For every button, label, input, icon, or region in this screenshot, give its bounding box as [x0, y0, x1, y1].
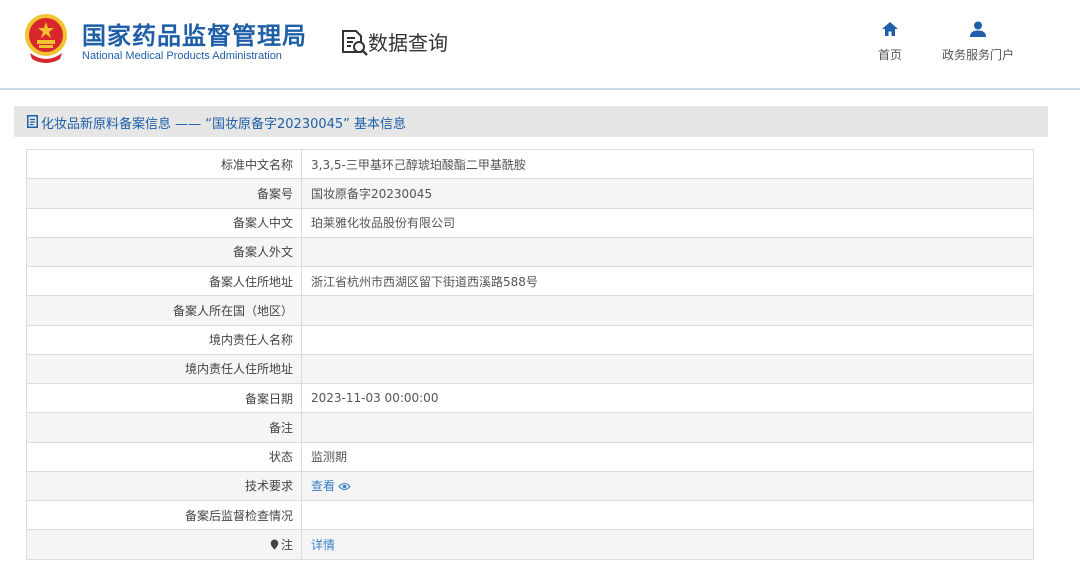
section-title: 化妆品新原料备案信息 —— “国妆原备字20230045” 基本信息: [41, 117, 407, 132]
site-header: 国家药品监督管理局 National Medical Products Admi…: [0, 0, 1080, 88]
table-row: 备注: [26, 412, 1034, 443]
eye-icon: [338, 483, 351, 491]
table-row: 备案后监督检查情况: [26, 499, 1034, 531]
field-label: 备案人所在国（地区）: [26, 295, 302, 326]
table-row: 境内责任人名称: [26, 324, 1034, 355]
details-link[interactable]: 详情: [311, 538, 335, 552]
table-row: 备案人所在国（地区）: [26, 295, 1034, 326]
field-label: 状态: [26, 441, 302, 472]
site-title-en[interactable]: National Medical Products Administration: [82, 50, 282, 62]
field-value: [301, 295, 1034, 326]
table-row: 备案人中文 珀莱雅化妆品股份有限公司: [26, 207, 1034, 238]
field-value: 珀莱雅化妆品股份有限公司: [301, 207, 1034, 238]
field-label: 境内责任人住所地址: [26, 353, 302, 385]
field-value: 浙江省杭州市西湖区留下街道西溪路588号: [301, 265, 1034, 297]
national-emblem-icon: [25, 14, 67, 63]
record-detail-table: 标准中文名称 3,3,5-三甲基环己醇琥珀酸酯二甲基酰胺 备案号 国妆原备字20…: [26, 148, 1034, 560]
user-icon: [970, 21, 986, 37]
section-header: 化妆品新原料备案信息 —— “国妆原备字20230045” 基本信息: [14, 106, 1048, 137]
field-value-cell: 详情: [301, 529, 1034, 560]
field-label: 境内责任人名称: [26, 324, 302, 355]
field-value: [301, 353, 1034, 385]
page-title: 数据查询: [368, 31, 448, 55]
field-value-cell: 查看: [301, 470, 1034, 502]
table-row: 标准中文名称 3,3,5-三甲基环己醇琥珀酸酯二甲基酰胺: [26, 148, 1034, 180]
table-row: 备案人住所地址 浙江省杭州市西湖区留下街道西溪路588号: [26, 265, 1034, 297]
field-label: 备注: [26, 412, 302, 443]
field-value: [301, 324, 1034, 355]
field-label: 标准中文名称: [26, 148, 302, 180]
home-icon: [882, 22, 898, 36]
nav-service-portal-label: 政务服务门户: [941, 48, 1014, 62]
view-tech-requirements-link[interactable]: 查看: [311, 479, 351, 493]
field-label: 备案人外文: [26, 236, 302, 268]
document-icon: [27, 115, 38, 128]
field-value: [301, 499, 1034, 531]
field-value: [301, 412, 1034, 443]
nav-service-portal[interactable]: 政务服务门户: [932, 20, 1024, 63]
field-value: 国妆原备字20230045: [301, 178, 1034, 209]
table-row: 状态 监测期: [26, 441, 1034, 472]
table-row: 备案人外文: [26, 236, 1034, 268]
table-row: 境内责任人住所地址: [26, 353, 1034, 385]
field-label: 备案人住所地址: [26, 265, 302, 297]
data-query-icon: [342, 30, 368, 56]
field-label: 备案人中文: [26, 207, 302, 238]
table-row: 备案日期 2023-11-03 00:00:00: [26, 382, 1034, 414]
field-label-cell: 注: [26, 529, 302, 560]
field-value: 3,3,5-三甲基环己醇琥珀酸酯二甲基酰胺: [301, 148, 1034, 180]
pin-icon: [270, 539, 279, 550]
field-label: 备案号: [26, 178, 302, 209]
field-label: 技术要求: [26, 470, 302, 502]
header-divider: [0, 88, 1080, 90]
field-value: [301, 236, 1034, 268]
nav-home-label: 首页: [877, 48, 902, 62]
table-row: 注 详情: [26, 529, 1034, 560]
field-label: 注: [280, 537, 293, 552]
field-value: 2023-11-03 00:00:00: [301, 382, 1034, 414]
view-link-label: 查看: [311, 479, 336, 494]
field-label: 备案日期: [26, 382, 302, 414]
field-value: 监测期: [301, 441, 1034, 472]
site-title-cn[interactable]: 国家药品监督管理局: [82, 16, 307, 51]
table-row: 技术要求 查看: [26, 470, 1034, 502]
field-label: 备案后监督检查情况: [26, 499, 302, 531]
table-row: 备案号 国妆原备字20230045: [26, 178, 1034, 209]
nav-home[interactable]: 首页: [868, 20, 912, 63]
